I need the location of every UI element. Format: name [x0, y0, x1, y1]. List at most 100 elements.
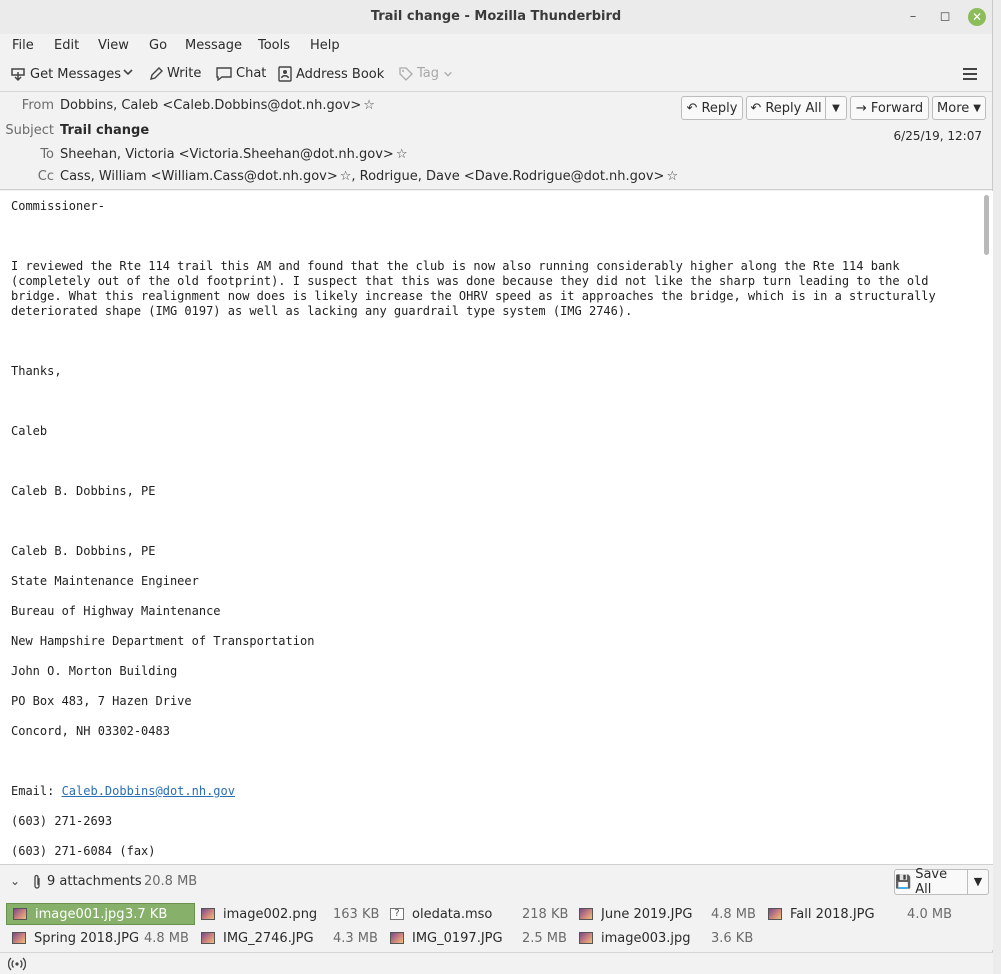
body-line: deteriorated shape (IMG 0197) as well as… [11, 304, 633, 318]
forward-label: Forward [870, 100, 924, 116]
menu-tools[interactable]: Tools [258, 38, 290, 53]
save-all-button[interactable]: 💾 Save All [894, 867, 968, 897]
subject-value: Trail change [60, 123, 150, 138]
image-file-icon [579, 908, 593, 920]
download-icon [11, 68, 25, 82]
message-body[interactable]: Commissioner- I reviewed the Rte 114 tra… [0, 191, 993, 864]
status-bar [0, 952, 993, 974]
cc-label: Cc [37, 169, 54, 184]
forward-icon: → [855, 100, 867, 116]
tag-label: Tag [417, 66, 440, 81]
message-header: From Dobbins, Caleb <Caleb.Dobbins@dot.n… [0, 92, 992, 190]
subject-label: Subject [5, 123, 54, 138]
reply-icon: ↶ [686, 100, 698, 116]
menu-go[interactable]: Go [149, 38, 167, 53]
attachment-item[interactable]: image003.jpg 3.6 KB [573, 927, 763, 949]
attachment-item[interactable]: ? oledata.mso 218 KB [384, 903, 574, 925]
title-bar: Trail change - Mozilla Thunderbird – ◻ ✕ [0, 0, 992, 34]
to-value[interactable]: Sheehan, Victoria <Victoria.Sheehan@dot.… [60, 147, 407, 162]
attachment-bar: ⌄ 9 attachments 20.8 MB 💾 Save All ▼ [0, 864, 993, 898]
minimize-icon[interactable]: – [904, 8, 922, 26]
menu-help[interactable]: Help [310, 38, 340, 53]
address-book-label: Address Book [296, 66, 385, 82]
from-value[interactable]: Dobbins, Caleb <Caleb.Dobbins@dot.nh.gov… [60, 98, 375, 113]
star-icon[interactable]: ☆ [396, 147, 408, 162]
chat-bubble-icon [216, 66, 232, 81]
attachment-count[interactable]: 9 attachments [47, 874, 142, 889]
star-icon[interactable]: ☆ [363, 98, 375, 113]
write-button[interactable]: Write [149, 66, 201, 81]
attachment-item[interactable]: Fall 2018.JPG 4.0 MB [762, 903, 952, 925]
pencil-icon [150, 66, 163, 80]
chevron-down-icon: ▼ [832, 102, 840, 114]
signature-building: John O. Morton Building [11, 664, 178, 678]
menu-view[interactable]: View [98, 38, 129, 53]
chevron-down-icon[interactable]: ⌄ [10, 874, 20, 888]
unknown-file-icon: ? [390, 908, 404, 920]
attachment-total-size: 20.8 MB [144, 874, 198, 889]
reply-label: Reply [701, 100, 738, 116]
maximize-icon[interactable]: ◻ [936, 8, 954, 26]
from-address[interactable]: Dobbins, Caleb <Caleb.Dobbins@dot.nh.gov… [60, 98, 361, 113]
signature-phone: (603) 271-2693 [11, 814, 113, 828]
cc-address-2[interactable]: Rodrigue, Dave <Dave.Rodrigue@dot.nh.gov… [360, 169, 665, 184]
reply-button[interactable]: ↶ Reply [681, 96, 743, 120]
chat-button[interactable]: Chat [216, 66, 266, 81]
signature-city: Concord, NH 03302-0483 [11, 724, 170, 738]
address-book-button[interactable]: Address Book [278, 66, 384, 82]
tag-button[interactable]: Tag [399, 66, 453, 81]
chevron-down-icon: ▼ [973, 102, 981, 114]
save-all-dropdown[interactable]: ▼ [967, 869, 989, 895]
app-menu-icon[interactable] [963, 68, 977, 80]
greeting: Commissioner- [11, 199, 105, 213]
main-toolbar: Get Messages Write Chat Address Book Tag [0, 58, 992, 92]
cc-address-1[interactable]: Cass, William <William.Cass@dot.nh.gov> [60, 169, 338, 184]
attachment-item[interactable]: image002.png 163 KB [195, 903, 385, 925]
image-file-icon [201, 932, 215, 944]
image-file-icon [579, 932, 593, 944]
to-address[interactable]: Sheehan, Victoria <Victoria.Sheehan@dot.… [60, 147, 394, 162]
signature-address: PO Box 483, 7 Hazen Drive [11, 694, 192, 708]
reply-all-button[interactable]: ↶ Reply All [746, 96, 826, 120]
chevron-down-icon [444, 71, 452, 77]
email-link[interactable]: Caleb.Dobbins@dot.nh.gov [62, 784, 235, 798]
image-file-icon [768, 908, 782, 920]
star-icon[interactable]: ☆ [340, 169, 352, 184]
scrollbar-thumb[interactable] [984, 195, 989, 255]
signature-email: Email: Caleb.Dobbins@dot.nh.gov [11, 784, 235, 798]
background-window-strip [993, 0, 1001, 974]
forward-button[interactable]: → Forward [850, 96, 929, 120]
reply-all-label: Reply All [765, 100, 822, 116]
tag-icon [399, 66, 413, 81]
image-file-icon [13, 908, 27, 920]
message-date: 6/25/19, 12:07 [893, 129, 982, 143]
write-label: Write [167, 66, 202, 81]
more-label: More [937, 100, 970, 116]
close-icon[interactable]: ✕ [968, 8, 986, 26]
paperclip-icon [34, 874, 40, 889]
attachment-item[interactable]: image001.jpg 3.7 KB [6, 903, 195, 925]
online-status-icon[interactable] [8, 957, 26, 971]
get-messages-button[interactable]: Get Messages [10, 66, 121, 82]
image-file-icon [201, 908, 215, 920]
attachment-item[interactable]: June 2019.JPG 4.8 MB [573, 903, 763, 925]
body-line: I reviewed the Rte 114 trail this AM and… [11, 259, 900, 273]
attachment-item[interactable]: IMG_0197.JPG 2.5 MB [384, 927, 574, 949]
attachment-item[interactable]: Spring 2018.JPG 4.8 MB [6, 927, 195, 949]
menu-edit[interactable]: Edit [54, 38, 79, 53]
star-icon[interactable]: ☆ [666, 169, 678, 184]
chevron-down-icon: ▼ [973, 875, 983, 888]
reply-all-dropdown[interactable]: ▼ [825, 96, 847, 120]
get-messages-dropdown[interactable] [122, 66, 134, 78]
get-messages-label: Get Messages [30, 66, 122, 82]
cc-value[interactable]: Cass, William <William.Cass@dot.nh.gov> ☆… [60, 169, 678, 184]
menu-file[interactable]: File [12, 38, 34, 53]
attachment-list: image001.jpg 3.7 KB image002.png 163 KB … [0, 898, 993, 950]
signature-title: State Maintenance Engineer [11, 574, 199, 588]
menu-message[interactable]: Message [185, 38, 242, 53]
attachment-item[interactable]: IMG_2746.JPG 4.3 MB [195, 927, 385, 949]
more-button[interactable]: More ▼ [932, 96, 986, 120]
floppy-icon: 💾 [895, 874, 912, 890]
image-file-icon [390, 932, 404, 944]
signature-name: Caleb B. Dobbins, PE [11, 484, 156, 498]
